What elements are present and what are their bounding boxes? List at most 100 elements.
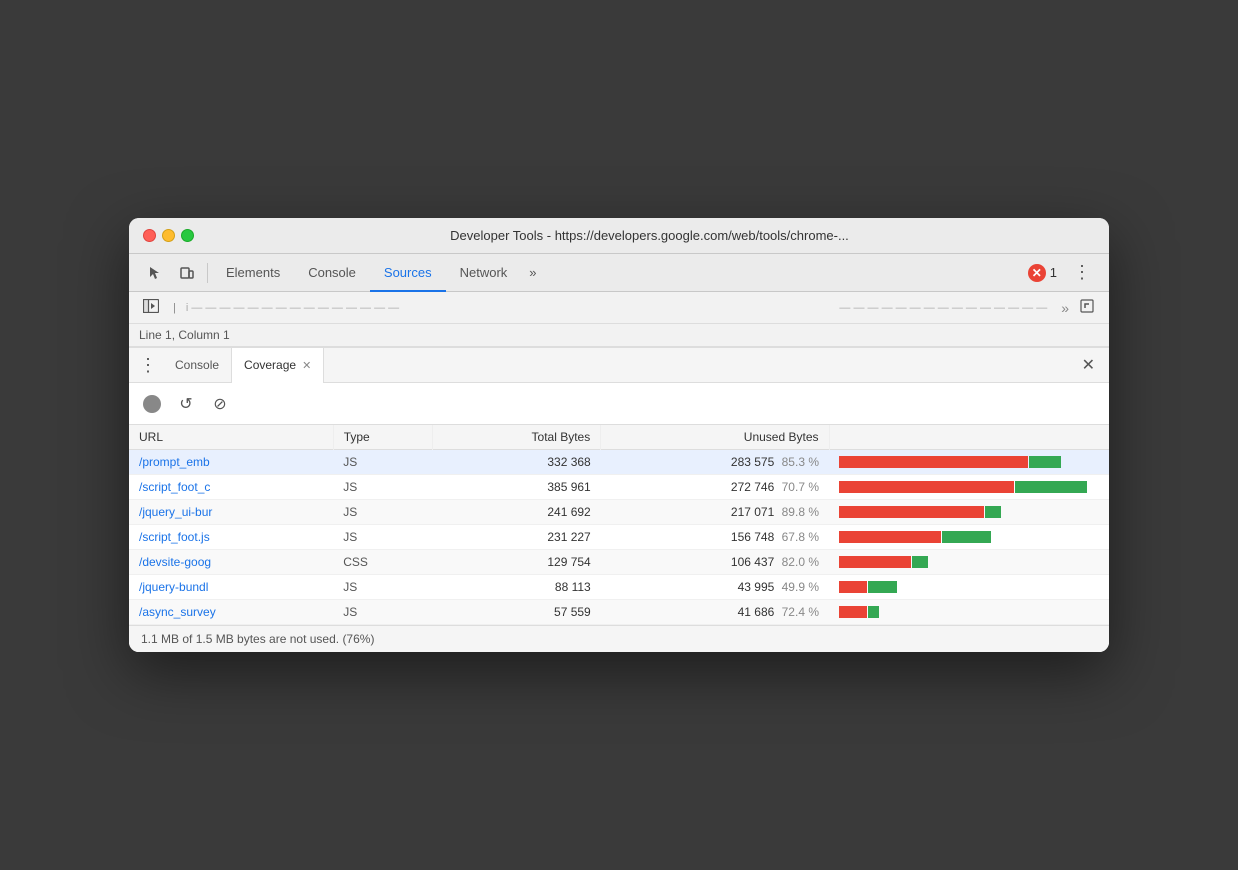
cell-url[interactable]: /prompt_emb <box>129 450 333 475</box>
cell-bar <box>829 575 1109 600</box>
bar-unused-segment <box>839 531 941 543</box>
bar-unused-segment <box>839 481 1014 493</box>
coverage-table-container: URL Type Total Bytes Unused Bytes /promp… <box>129 425 1109 625</box>
drawer-tabbar: ⋮ Console Coverage ✕ ✕ <box>129 348 1109 383</box>
more-sources-icon: » <box>1061 300 1069 316</box>
error-count: 1 <box>1050 265 1057 280</box>
col-header-unused[interactable]: Unused Bytes <box>601 425 829 450</box>
bar-unused-segment <box>839 506 984 518</box>
cell-bar <box>829 500 1109 525</box>
cell-url[interactable]: /jquery-bundl <box>129 575 333 600</box>
cell-total-bytes: 332 368 <box>432 450 600 475</box>
bar-used-segment <box>942 531 991 543</box>
coverage-toolbar: ↺ ⊘ <box>129 383 1109 425</box>
coverage-bar <box>839 506 1099 518</box>
cell-unused-bytes: 272 746 70.7 % <box>601 475 829 500</box>
table-row[interactable]: /devsite-googCSS129 754106 437 82.0 % <box>129 550 1109 575</box>
more-menu-button[interactable]: ⋮ <box>1065 262 1099 283</box>
table-row[interactable]: /script_foot_cJS385 961272 746 70.7 % <box>129 475 1109 500</box>
coverage-table: URL Type Total Bytes Unused Bytes /promp… <box>129 425 1109 625</box>
cell-url[interactable]: /devsite-goog <box>129 550 333 575</box>
cell-url[interactable]: /async_survey <box>129 600 333 625</box>
tab-sources[interactable]: Sources <box>370 254 446 292</box>
cell-total-bytes: 88 113 <box>432 575 600 600</box>
bar-unused-segment <box>839 581 867 593</box>
traffic-lights <box>143 229 194 242</box>
bar-used-segment <box>1015 481 1087 493</box>
col-header-total[interactable]: Total Bytes <box>432 425 600 450</box>
cell-total-bytes: 57 559 <box>432 600 600 625</box>
bar-unused-segment <box>839 606 867 618</box>
search-bar-placeholder: — — — — — — — — — — — — — — — <box>839 302 1047 314</box>
bar-used-segment <box>1029 456 1061 468</box>
table-row[interactable]: /script_foot.jsJS231 227156 748 67.8 % <box>129 525 1109 550</box>
cell-bar <box>829 475 1109 500</box>
cell-unused-bytes: 283 575 85.3 % <box>601 450 829 475</box>
table-row[interactable]: /jquery_ui-burJS241 692217 071 89.8 % <box>129 500 1109 525</box>
footer-text: 1.1 MB of 1.5 MB bytes are not used. (76… <box>141 632 374 646</box>
table-row[interactable]: /async_surveyJS57 55941 686 72.4 % <box>129 600 1109 625</box>
table-row[interactable]: /jquery-bundlJS88 11343 995 49.9 % <box>129 575 1109 600</box>
drawer: ⋮ Console Coverage ✕ ✕ ↺ ⊘ UR <box>129 347 1109 652</box>
coverage-bar <box>839 606 1099 618</box>
bar-used-segment <box>868 581 897 593</box>
drawer-close-button[interactable]: ✕ <box>1078 355 1099 375</box>
col-header-bar <box>829 425 1109 450</box>
coverage-bar <box>839 456 1099 468</box>
drawer-tab-console[interactable]: Console <box>163 348 231 383</box>
cell-type: JS <box>333 450 432 475</box>
cell-unused-bytes: 41 686 72.4 % <box>601 600 829 625</box>
cell-bar <box>829 600 1109 625</box>
bar-unused-segment <box>839 556 911 568</box>
tab-elements[interactable]: Elements <box>212 254 294 292</box>
expand-icon[interactable] <box>1075 296 1099 319</box>
devtools-window: Developer Tools - https://developers.goo… <box>129 218 1109 652</box>
record-button[interactable] <box>141 393 163 415</box>
drawer-tab-coverage[interactable]: Coverage ✕ <box>231 348 324 383</box>
cell-bar <box>829 525 1109 550</box>
cell-type: CSS <box>333 550 432 575</box>
status-bar: Line 1, Column 1 <box>129 324 1109 347</box>
cursor-icon[interactable] <box>139 265 171 281</box>
clear-button[interactable]: ⊘ <box>209 393 231 415</box>
reload-button[interactable]: ↺ <box>175 393 197 415</box>
cell-total-bytes: 231 227 <box>432 525 600 550</box>
titlebar: Developer Tools - https://developers.goo… <box>129 218 1109 254</box>
bar-used-segment <box>985 506 1001 518</box>
error-badge: ✕ 1 <box>1020 264 1065 282</box>
coverage-bar <box>839 556 1099 568</box>
col-header-url[interactable]: URL <box>129 425 333 450</box>
cell-bar <box>829 450 1109 475</box>
tab-network[interactable]: Network <box>446 254 522 292</box>
cell-type: JS <box>333 575 432 600</box>
file-path: i — — — — — — — — — — — — — — — <box>186 302 826 314</box>
coverage-tab-close[interactable]: ✕ <box>302 359 311 372</box>
table-header-row: URL Type Total Bytes Unused Bytes <box>129 425 1109 450</box>
coverage-bar <box>839 481 1099 493</box>
cell-url[interactable]: /jquery_ui-bur <box>129 500 333 525</box>
cell-unused-bytes: 43 995 49.9 % <box>601 575 829 600</box>
col-header-type[interactable]: Type <box>333 425 432 450</box>
cell-url[interactable]: /script_foot_c <box>129 475 333 500</box>
sources-toolbar: | i — — — — — — — — — — — — — — — — — — … <box>129 292 1109 324</box>
bar-unused-segment <box>839 456 1028 468</box>
table-row[interactable]: /prompt_embJS332 368283 575 85.3 % <box>129 450 1109 475</box>
tab-more[interactable]: » <box>521 265 544 280</box>
cell-type: JS <box>333 525 432 550</box>
cell-unused-bytes: 106 437 82.0 % <box>601 550 829 575</box>
maximize-button[interactable] <box>181 229 194 242</box>
tab-console[interactable]: Console <box>294 254 370 292</box>
coverage-footer: 1.1 MB of 1.5 MB bytes are not used. (76… <box>129 625 1109 652</box>
close-button[interactable] <box>143 229 156 242</box>
bar-used-segment <box>912 556 928 568</box>
cell-url[interactable]: /script_foot.js <box>129 525 333 550</box>
device-icon[interactable] <box>171 265 203 281</box>
error-icon: ✕ <box>1028 264 1046 282</box>
cell-type: JS <box>333 500 432 525</box>
toggle-sidebar-icon[interactable] <box>139 297 163 318</box>
cell-total-bytes: 129 754 <box>432 550 600 575</box>
minimize-button[interactable] <box>162 229 175 242</box>
cursor-position: Line 1, Column 1 <box>139 328 230 342</box>
cell-unused-bytes: 156 748 67.8 % <box>601 525 829 550</box>
drawer-menu-button[interactable]: ⋮ <box>139 355 163 376</box>
